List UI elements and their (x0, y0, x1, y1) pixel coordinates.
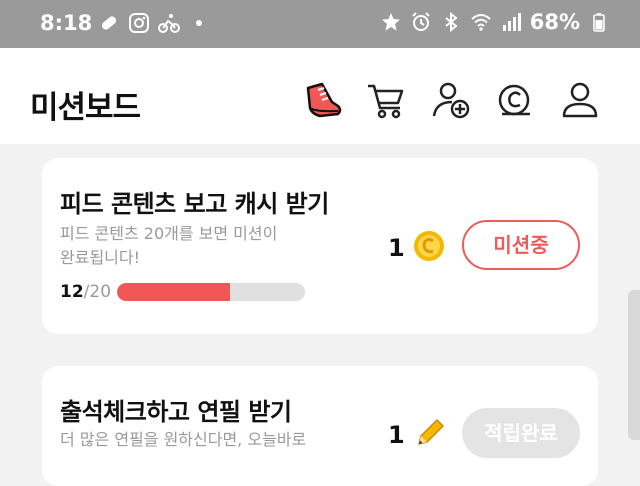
wifi-icon (470, 11, 492, 33)
shoe-icon[interactable] (302, 78, 346, 122)
mission-status-button[interactable]: 미션중 (462, 220, 580, 270)
pencil-icon (413, 416, 447, 454)
cart-icon[interactable] (364, 78, 408, 122)
mission-progress: 12 / 20 (60, 282, 306, 302)
mission-card-attendance[interactable]: 출석체크하고 연필 받기 더 많은 연필을 원하신다면, 오늘바로 1 적립완료 (42, 366, 598, 486)
signal-icon (500, 11, 522, 33)
mission-title: 출석체크하고 연필 받기 (60, 398, 292, 426)
add-friend-icon[interactable] (430, 78, 474, 122)
status-bar: 8:18 68% (0, 0, 640, 48)
reward-amount: 1 (388, 234, 405, 262)
mission-title: 피드 콘텐츠 보고 캐시 받기 (60, 190, 329, 218)
mission-description-line: 피드 콘텐츠 20개를 보면 미션이 (60, 224, 278, 243)
coin-icon (413, 230, 445, 266)
profile-icon[interactable] (558, 78, 602, 122)
system-icons: 68% (380, 10, 610, 34)
progress-current: 12 (60, 282, 84, 302)
mission-complete-button[interactable]: 적립완료 (462, 408, 580, 458)
cyclist-icon (158, 12, 180, 34)
notification-icons (98, 12, 210, 34)
alarm-icon (410, 11, 432, 33)
status-time: 8:18 (40, 11, 93, 35)
mission-description-line: 더 많은 연필을 원하신다면, 오늘바로 (60, 430, 307, 449)
battery-icon (588, 11, 610, 33)
mission-reward: 1 (388, 230, 445, 266)
coin-icon[interactable] (494, 78, 538, 122)
mission-description-line: 완료됩니다! (60, 248, 141, 267)
mission-description: 피드 콘텐츠 20개를 보면 미션이 완료됩니다! (60, 222, 340, 270)
dot-icon (188, 12, 210, 34)
reward-amount: 1 (388, 421, 405, 449)
battery-percent: 68% (529, 10, 580, 34)
mission-description: 더 많은 연필을 원하신다면, 오늘바로 (60, 428, 360, 452)
progress-total: 20 (89, 282, 112, 302)
progress-bar-fill (117, 283, 230, 301)
scrollbar[interactable] (628, 290, 640, 440)
progress-bar (117, 283, 306, 301)
star-icon (380, 11, 402, 33)
page-title: 미션보드 (30, 90, 141, 126)
pill-icon (98, 12, 120, 34)
app-header: 미션보드 (0, 48, 640, 144)
mission-reward: 1 (388, 416, 447, 454)
mission-card-feed[interactable]: 피드 콘텐츠 보고 캐시 받기 피드 콘텐츠 20개를 보면 미션이 완료됩니다… (42, 158, 598, 334)
instagram-icon (128, 12, 150, 34)
bluetooth-icon (440, 11, 462, 33)
